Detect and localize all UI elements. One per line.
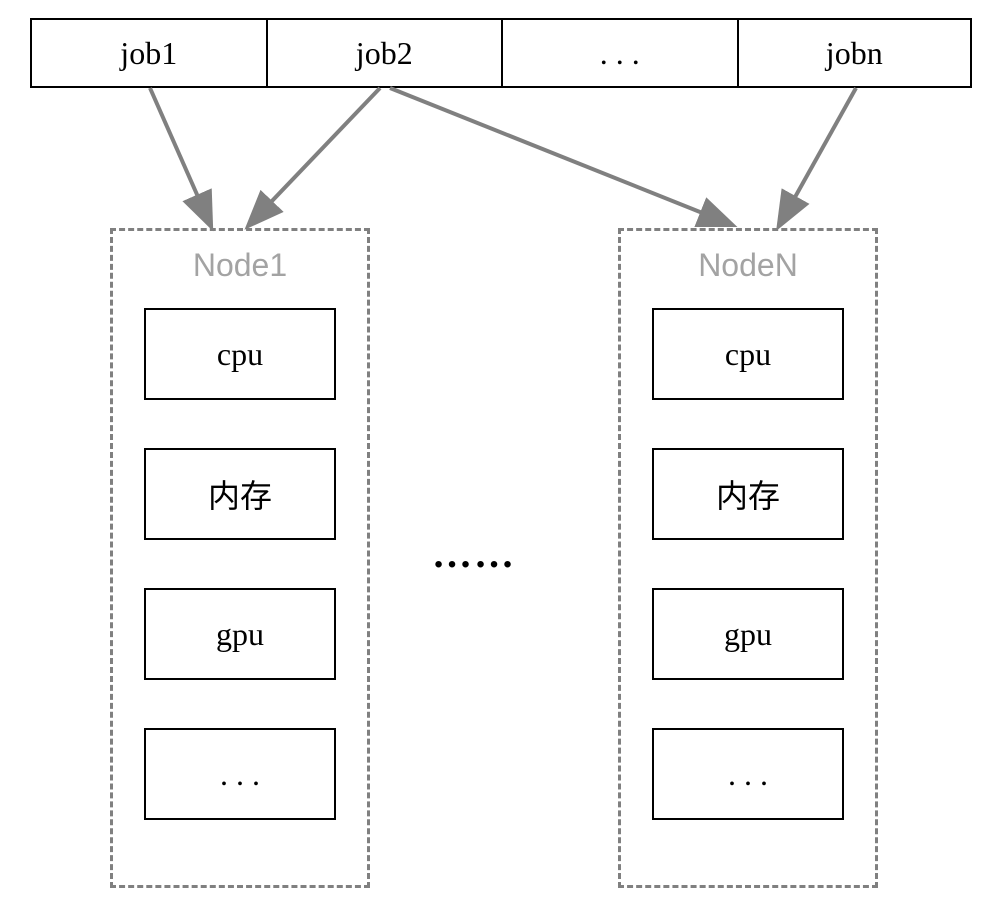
arrow-job2-node1 bbox=[250, 88, 380, 224]
job-queue-row: job1 job2 . . . jobn bbox=[30, 18, 972, 88]
node-box-1: Node1 cpu 内存 gpu . . . bbox=[110, 228, 370, 888]
arrow-jobn-nodeN bbox=[780, 88, 856, 224]
arrow-job2-nodeN bbox=[390, 88, 730, 224]
node-n-ellipsis: . . . bbox=[652, 728, 844, 820]
job-cell-n: jobn bbox=[737, 18, 973, 88]
job-cell-2: job2 bbox=[266, 18, 502, 88]
nodes-ellipsis: …… bbox=[432, 530, 516, 577]
node-1-memory: 内存 bbox=[144, 448, 336, 540]
node-n-memory: 内存 bbox=[652, 448, 844, 540]
job-cell-ellipsis: . . . bbox=[501, 18, 737, 88]
node-box-n: NodeN cpu 内存 gpu . . . bbox=[618, 228, 878, 888]
node-1-title: Node1 bbox=[193, 247, 287, 284]
arrow-job1-node1 bbox=[150, 88, 210, 224]
node-1-cpu: cpu bbox=[144, 308, 336, 400]
node-n-title: NodeN bbox=[698, 247, 798, 284]
node-n-cpu: cpu bbox=[652, 308, 844, 400]
node-1-gpu: gpu bbox=[144, 588, 336, 680]
node-n-gpu: gpu bbox=[652, 588, 844, 680]
job-cell-1: job1 bbox=[30, 18, 266, 88]
node-1-ellipsis: . . . bbox=[144, 728, 336, 820]
